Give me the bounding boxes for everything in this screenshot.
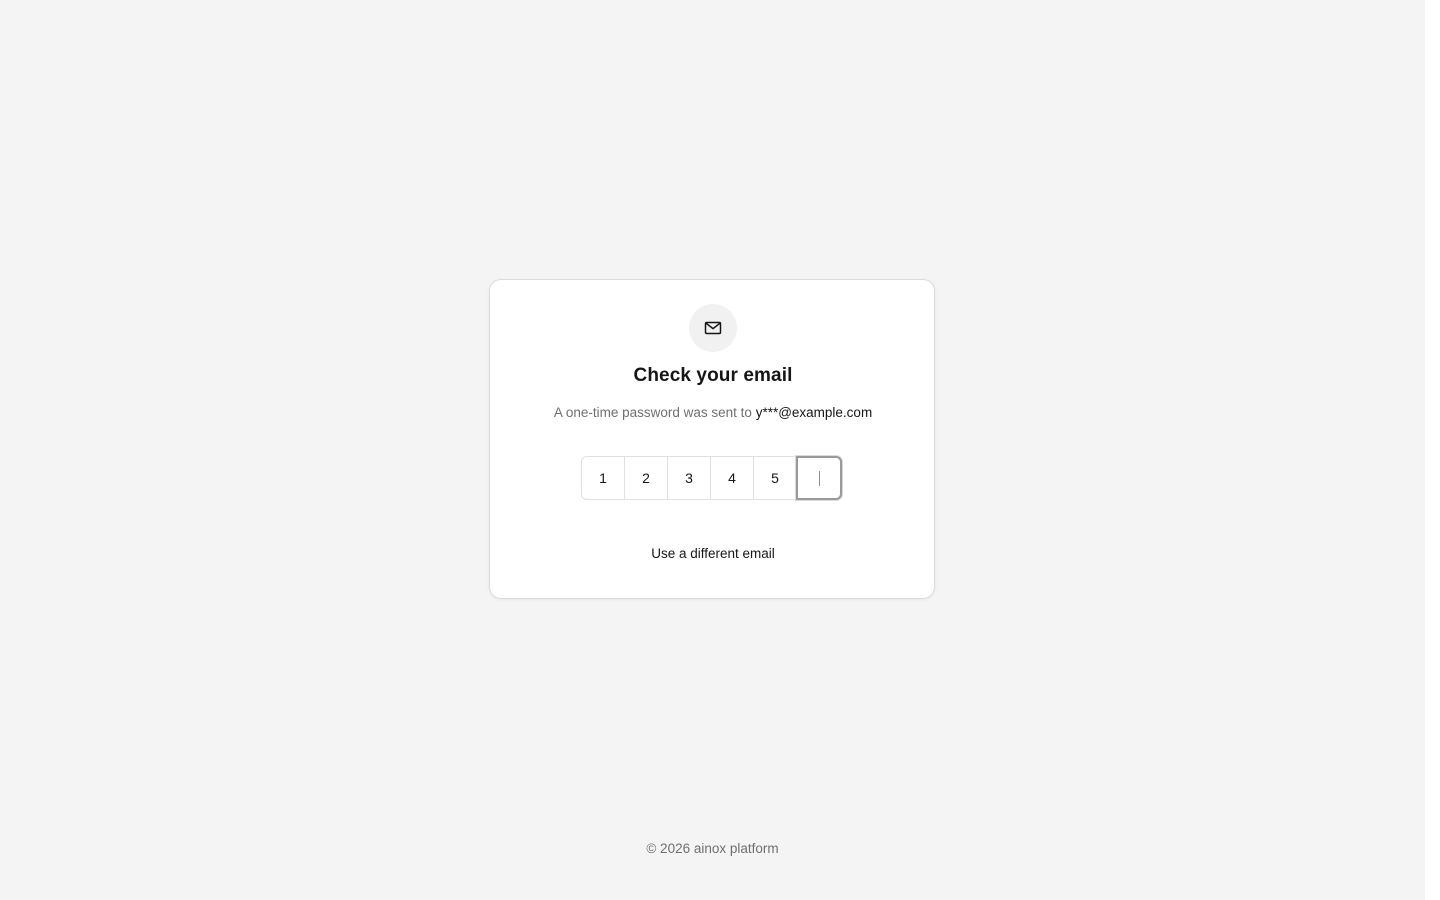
- otp-digit-1[interactable]: 1: [581, 456, 625, 500]
- masked-email: y***@example.com: [755, 405, 873, 420]
- text-caret: [818, 470, 820, 486]
- otp-sent-message: A one-time password was sent to y***@exa…: [490, 405, 936, 420]
- otp-digit-5[interactable]: 5: [753, 456, 797, 500]
- page-title: Check your email: [633, 365, 793, 386]
- page-background: Check your email A one-time password was…: [0, 0, 1425, 900]
- mail-icon-badge: [689, 304, 737, 352]
- use-different-email-button[interactable]: Use a different email: [613, 540, 813, 568]
- otp-digit-3[interactable]: 3: [667, 456, 711, 500]
- otp-card: Check your email A one-time password was…: [489, 279, 935, 599]
- otp-input-group: 1 2 3 4 5: [581, 456, 842, 500]
- mail-icon: [704, 321, 722, 335]
- otp-sent-prefix: A one-time password was sent to: [553, 405, 752, 420]
- otp-digit-6[interactable]: [796, 456, 842, 500]
- otp-digit-4[interactable]: 4: [710, 456, 754, 500]
- otp-digit-2[interactable]: 2: [624, 456, 668, 500]
- footer-copyright: © 2026 ainox platform: [646, 841, 779, 856]
